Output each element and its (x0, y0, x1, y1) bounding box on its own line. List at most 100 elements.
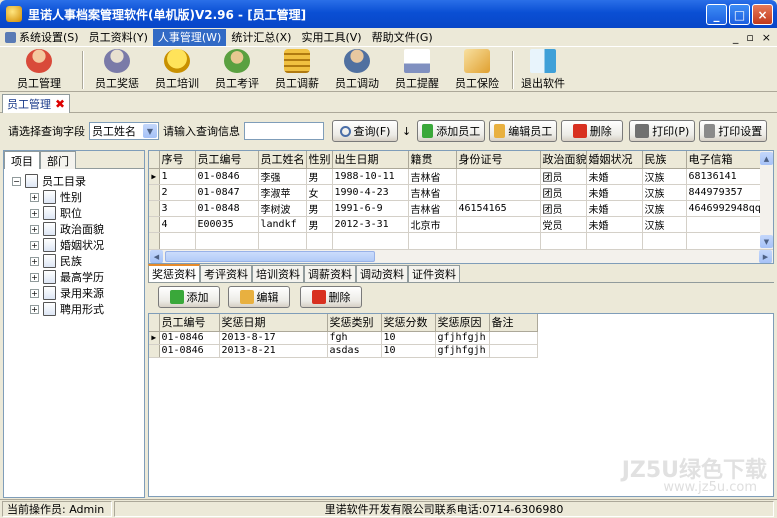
tab-training[interactable]: 培训资料 (252, 265, 304, 282)
table-row[interactable]: ▶ 01-0846 2013-8-17 fgh 10 gfjhfgjh (149, 331, 538, 345)
col-header-marital[interactable]: 婚姻状况 (586, 151, 643, 169)
horizontal-scroll-thumb[interactable] (165, 251, 375, 262)
menu-employee-data[interactable]: 员工资料(Y) (84, 29, 153, 46)
delete-reward-button[interactable]: 删除 (300, 286, 362, 308)
minimize-button[interactable]: _ (706, 4, 727, 25)
tab-evaluations[interactable]: 考评资料 (200, 265, 252, 282)
query-field-label: 请选择查询字段 (8, 125, 85, 138)
tree-root-employee-directory[interactable]: − 员工目录 (4, 173, 144, 189)
doc-tab-employee-manage[interactable]: 员工管理 ✖ (2, 94, 71, 113)
scroll-up-icon[interactable]: ▲ (760, 152, 773, 165)
col-header-id-number[interactable]: 身份证号 (456, 151, 541, 169)
tree-node-marital[interactable]: + 婚姻状况 (4, 237, 144, 253)
tab-salary-changes[interactable]: 调薪资料 (304, 265, 356, 282)
table-row[interactable]: 3 01-0848 李树波男 1991-6-9 吉林省 46154165 团员 未婚 汉族 464… (149, 200, 770, 217)
tab-items[interactable]: 项目 (4, 151, 40, 169)
employee-evaluation-button[interactable]: 员工考评 (208, 49, 266, 91)
tree-node-position[interactable]: + 职位 (4, 205, 144, 221)
scroll-right-icon[interactable]: ▶ (759, 250, 772, 263)
maximize-button[interactable]: □ (729, 4, 750, 25)
employee-vertical-scrollbar[interactable]: ▲ ▼ (760, 151, 773, 249)
print-settings-button[interactable]: 打印设置 (699, 120, 768, 142)
tools-icon (704, 124, 716, 138)
mdi-close-button[interactable]: × (762, 31, 771, 44)
col-header-reward-score[interactable]: 奖惩分数 (381, 314, 436, 332)
col-header-ethnicity[interactable]: 民族 (642, 151, 687, 169)
menu-hr-management[interactable]: 人事管理(W) (152, 28, 227, 46)
expand-icon[interactable]: + (30, 288, 39, 298)
table-row[interactable]: ▶ 1 01-0846 李强男 1988-10-11 吉林省 团员 未婚 汉族 68136141 (149, 168, 770, 185)
close-tab-icon[interactable]: ✖ (55, 97, 65, 111)
col-header-reward-emp-id[interactable]: 员工编号 (159, 314, 220, 332)
menu-statistics[interactable]: 统计汇总(X) (226, 29, 296, 46)
reminder-icon (404, 49, 430, 73)
employee-training-button[interactable]: 员工培训 (148, 49, 206, 91)
col-header-emp-id[interactable]: 员工编号 (195, 151, 259, 169)
collapse-icon[interactable]: − (12, 176, 21, 186)
employee-salary-button[interactable]: 员工调薪 (268, 49, 326, 91)
tab-departments[interactable]: 部门 (40, 151, 76, 169)
exit-software-button[interactable]: 退出软件 (514, 49, 572, 91)
expand-icon[interactable]: + (30, 256, 39, 266)
expand-icon[interactable]: + (30, 192, 39, 202)
query-input[interactable] (244, 122, 324, 140)
mdi-minimize-button[interactable]: _ (733, 31, 739, 44)
col-header-seq[interactable]: 序号 (159, 151, 196, 169)
tab-transfers[interactable]: 调动资料 (356, 265, 408, 282)
col-header-gender[interactable]: 性别 (306, 151, 333, 169)
employee-horizontal-scrollbar[interactable]: ◀ ▶ (149, 249, 773, 263)
tree-node-employment-type[interactable]: + 聘用形式 (4, 301, 144, 317)
col-header-political[interactable]: 政治面貌 (540, 151, 587, 169)
scroll-left-icon[interactable]: ◀ (150, 250, 163, 263)
sort-arrow-button[interactable]: ↓ (402, 125, 411, 138)
employee-reminder-button[interactable]: 员工提醒 (388, 49, 446, 91)
col-header-email[interactable]: 电子信箱 (686, 151, 770, 169)
table-row[interactable]: 01-0846 2013-8-21 asdas 10 gfjhfgjh (149, 344, 538, 358)
query-field-select[interactable]: 员工姓名 ▼ (89, 122, 159, 140)
edit-reward-button[interactable]: 编辑 (228, 286, 290, 308)
window-title: 里诺人事档案管理软件(单机版)V2.96 - [员工管理] (28, 7, 307, 22)
col-header-reward-date[interactable]: 奖惩日期 (219, 314, 328, 332)
expand-icon[interactable]: + (30, 304, 39, 314)
search-icon (339, 125, 351, 137)
edit-employee-button[interactable]: 编辑员工 (489, 120, 558, 142)
tab-certificates[interactable]: 证件资料 (408, 265, 460, 282)
col-header-reward-type[interactable]: 奖惩类别 (327, 314, 382, 332)
mdi-restore-button[interactable]: ▫ (746, 31, 753, 44)
menu-bar: 系统设置(S) 员工资料(Y) 人事管理(W) 统计汇总(X) 实用工具(V) … (0, 28, 777, 46)
left-panel: 项目 部门 − 员工目录 + 性别 + 职位 + 政治面貌 + 婚姻状况 + 民族 + 最高… (3, 150, 145, 498)
expand-icon[interactable]: + (30, 272, 39, 282)
col-header-reward-reason[interactable]: 奖惩原因 (435, 314, 490, 332)
col-header-emp-name[interactable]: 员工姓名 (258, 151, 307, 169)
tree-node-political[interactable]: + 政治面貌 (4, 221, 144, 237)
employee-insurance-button[interactable]: 员工保险 (448, 49, 506, 91)
table-row[interactable]: 4 E00035 landkf 男 2012-3-31 北京市 党员 未婚 汉族 (149, 216, 770, 233)
print-button[interactable]: 打印(P) (629, 120, 696, 142)
menu-system-settings[interactable]: 系统设置(S) (0, 29, 84, 46)
col-header-birth-date[interactable]: 出生日期 (332, 151, 409, 169)
delete-employee-button[interactable]: 删除 (561, 120, 624, 142)
expand-icon[interactable]: + (30, 240, 39, 250)
col-header-reward-remark[interactable]: 备注 (489, 314, 538, 332)
col-header-native-place[interactable]: 籍贯 (408, 151, 457, 169)
employee-transfer-button[interactable]: 员工调动 (328, 49, 386, 91)
expand-icon[interactable]: + (30, 208, 39, 218)
tab-rewards[interactable]: 奖惩资料 (148, 264, 200, 282)
close-button[interactable]: × (752, 4, 773, 25)
menu-tools[interactable]: 实用工具(V) (296, 29, 366, 46)
menu-help[interactable]: 帮助文件(G) (367, 29, 438, 46)
tree-node-education[interactable]: + 最高学历 (4, 269, 144, 285)
status-bar: 当前操作员: Admin 里诺软件开发有限公司联系电话:0714-6306980 (0, 499, 777, 518)
scroll-down-icon[interactable]: ▼ (760, 235, 773, 248)
add-employee-button[interactable]: 添加员工 (417, 120, 486, 142)
employee-reward-button[interactable]: 员工奖惩 (88, 49, 146, 91)
add-reward-button[interactable]: 添加 (158, 286, 220, 308)
tree-node-ethnicity[interactable]: + 民族 (4, 253, 144, 269)
employee-manage-button[interactable]: 员工管理 (10, 49, 68, 91)
tree-node-hiring-source[interactable]: + 录用来源 (4, 285, 144, 301)
table-row[interactable]: 2 01-0847 李淑苹女 1990-4-23 吉林省 团员 未婚 汉族 844979357 (149, 184, 770, 201)
tree-node-gender[interactable]: + 性别 (4, 189, 144, 205)
expand-icon[interactable]: + (30, 224, 39, 234)
title-bar: 里诺人事档案管理软件(单机版)V2.96 - [员工管理] _ □ × (0, 0, 777, 28)
query-button[interactable]: 查询(F) (332, 120, 398, 142)
